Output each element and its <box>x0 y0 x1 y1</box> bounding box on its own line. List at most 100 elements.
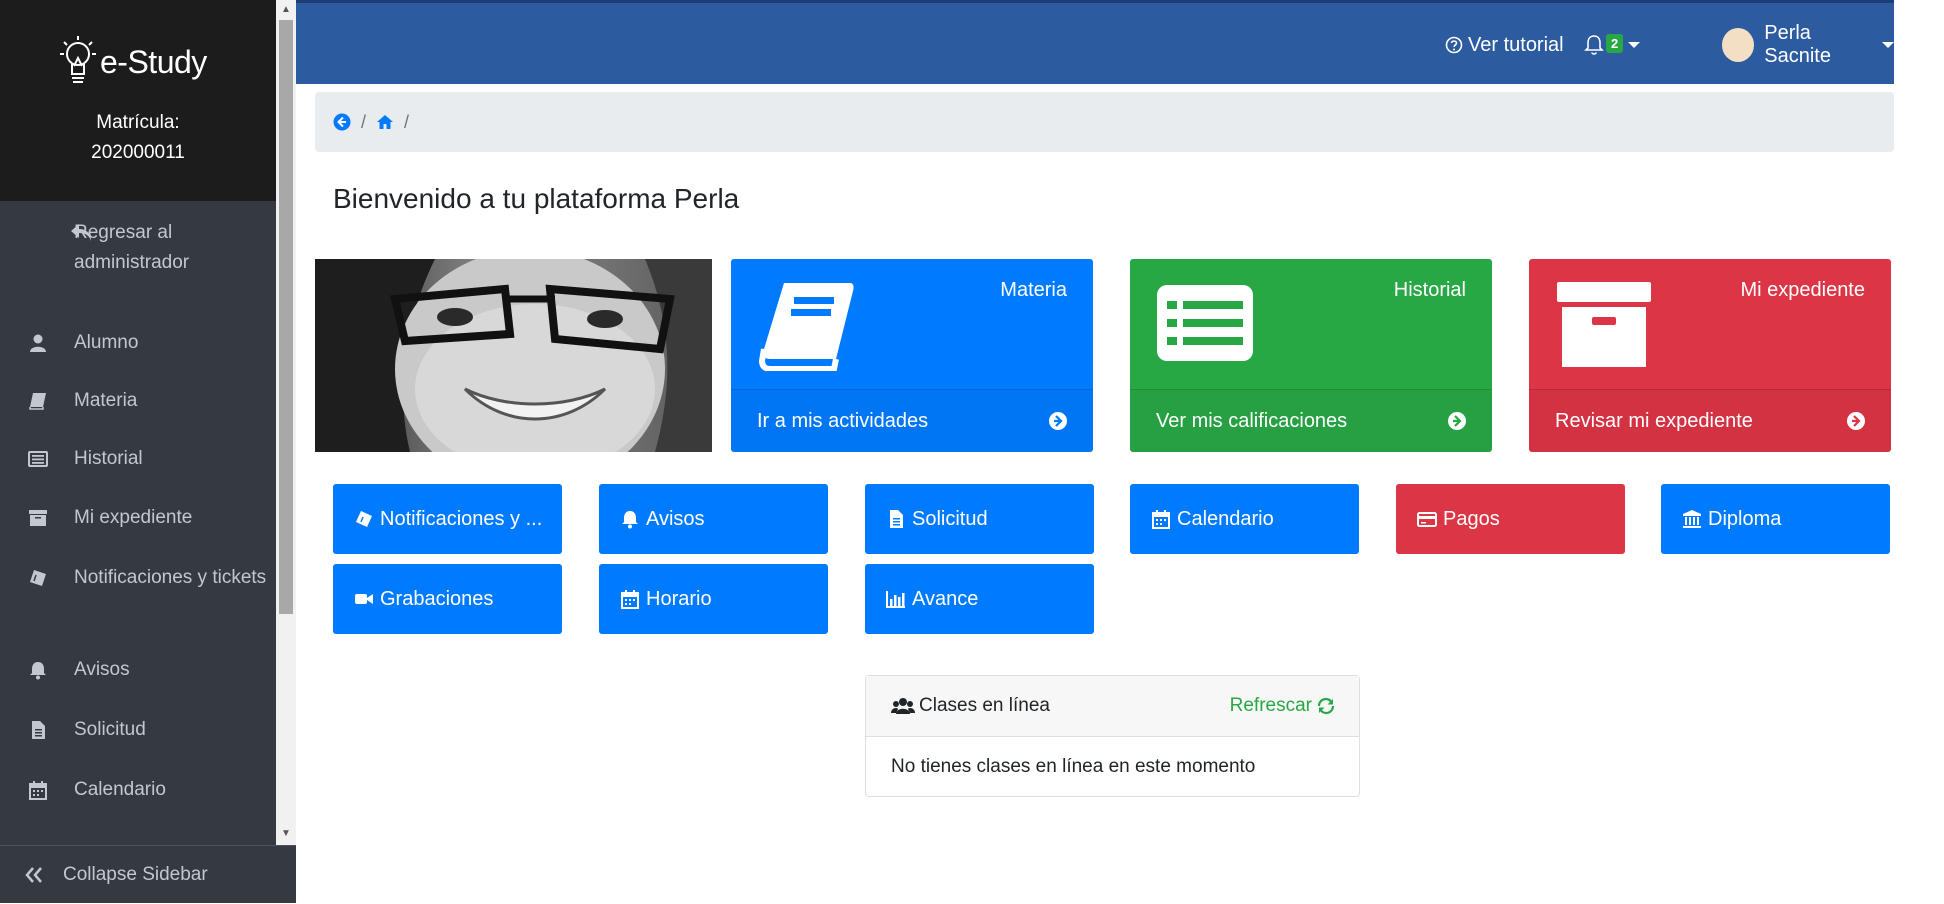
profile-photo-image <box>315 259 712 452</box>
card-historial: Historial Ver mis calificaciones <box>1130 259 1492 452</box>
tutorial-label: Ver tutorial <box>1468 33 1564 56</box>
matricula-label: Matrícula: <box>96 112 180 133</box>
card-link-calificaciones[interactable]: Ver mis calificaciones <box>1130 389 1492 452</box>
sidebar-item-notificaciones[interactable]: Notificaciones y tickets <box>0 563 276 593</box>
button-label: Solicitud <box>912 507 988 530</box>
button-label: Horario <box>646 587 712 610</box>
avance-button[interactable]: Avance <box>865 564 1094 634</box>
card-link-label: Revisar mi expediente <box>1555 410 1753 432</box>
sidebar-item-label: Solicitud <box>74 719 146 740</box>
file-icon <box>32 721 45 739</box>
button-label: Pagos <box>1443 507 1500 530</box>
sidebar-item-mi-expediente[interactable]: Mi expediente <box>0 503 276 533</box>
solicitud-button[interactable]: Solicitud <box>865 484 1094 554</box>
file-icon <box>890 510 903 528</box>
book-icon <box>29 393 46 410</box>
calendar-icon <box>29 781 47 800</box>
sidebar-scrollbar[interactable]: ▲ ▼ <box>276 0 296 845</box>
card-mi-expediente: Mi expediente Revisar mi expediente <box>1529 259 1891 452</box>
user-icon <box>30 334 46 352</box>
notifications-dropdown[interactable]: 2 <box>1584 3 1641 87</box>
card-title: Materia <box>1000 279 1067 301</box>
user-name: Perla Sacnite <box>1764 22 1831 67</box>
matricula-value: 202000011 <box>91 142 185 163</box>
button-label: Diploma <box>1708 507 1782 530</box>
profile-photo <box>315 259 712 452</box>
collapse-sidebar-button[interactable]: Collapse Sidebar <box>0 845 296 903</box>
arrow-circle-right-icon <box>1847 412 1865 430</box>
reply-icon <box>71 224 91 241</box>
refresh-icon <box>1317 697 1335 715</box>
tutorial-link[interactable]: Ver tutorial <box>1445 3 1564 87</box>
back-circle-icon[interactable] <box>333 113 351 131</box>
card-link-expediente[interactable]: Revisar mi expediente <box>1529 389 1891 452</box>
sidebar-item-avisos[interactable]: Avisos <box>0 655 276 685</box>
horario-button[interactable]: Horario <box>599 564 828 634</box>
list-alt-icon <box>1157 285 1253 361</box>
card-link-actividades[interactable]: Ir a mis actividades <box>731 389 1093 452</box>
online-classes-header: Clases en línea Refrescar <box>866 676 1359 737</box>
bar-chart-icon <box>886 591 905 608</box>
bell-icon <box>1584 35 1604 55</box>
card-materia: Materia Ir a mis actividades <box>731 259 1093 452</box>
video-icon <box>355 594 373 604</box>
online-classes-panel: Clases en línea Refrescar No tienes clas… <box>865 675 1360 797</box>
avisos-button[interactable]: Avisos <box>599 484 828 554</box>
card-link-label: Ver mis calificaciones <box>1156 410 1348 432</box>
institution-icon <box>1683 510 1701 528</box>
refresh-label: Refrescar <box>1229 695 1312 716</box>
lightbulb-icon <box>60 36 96 83</box>
ticket-icon <box>30 570 46 586</box>
arrow-circle-right-icon <box>1448 412 1466 430</box>
sidebar-item-label: Calendario <box>74 779 166 800</box>
sidebar-item-label: Alumno <box>74 332 139 353</box>
pagos-button[interactable]: Pagos <box>1396 484 1625 554</box>
page-title: Bienvenido a tu plataforma Perla <box>333 183 740 214</box>
archive-icon <box>1557 282 1651 367</box>
brand-name: e-Study <box>100 43 207 80</box>
grabaciones-button[interactable]: Grabaciones <box>333 564 562 634</box>
page-right-gutter <box>1894 0 1944 903</box>
sidebar-item-solicitud[interactable]: Solicitud <box>0 715 276 745</box>
calendar-icon <box>621 590 639 609</box>
sidebar-item-alumno[interactable]: Alumno <box>0 328 276 358</box>
card-link-label: Ir a mis actividades <box>757 410 929 432</box>
sidebar-item-label: Notificaciones y tickets <box>74 567 267 588</box>
caret-down-icon <box>1628 42 1641 48</box>
sidebar-item-label: Historial <box>74 448 143 469</box>
refresh-button[interactable]: Refrescar <box>1230 695 1335 717</box>
button-label: Grabaciones <box>380 587 494 610</box>
caret-down-icon <box>1882 42 1894 48</box>
users-icon <box>891 698 915 714</box>
card-title: Historial <box>1393 279 1466 301</box>
card-title: Mi expediente <box>1740 279 1865 301</box>
sidebar-item-calendario[interactable]: Calendario <box>0 775 276 805</box>
sidebar-brand: e-Study Matrícula: 202000011 <box>0 0 276 201</box>
button-label: Avisos <box>646 507 705 530</box>
notifications-badge: 2 <box>1606 33 1624 53</box>
bell-icon <box>30 662 46 680</box>
notificaciones-button[interactable]: Notificaciones y ... <box>333 484 562 554</box>
credit-card-icon <box>1417 512 1437 527</box>
online-classes-title: Clases en línea <box>919 695 1050 716</box>
scroll-up-arrow[interactable]: ▲ <box>276 4 296 15</box>
diploma-button[interactable]: Diploma <box>1661 484 1890 554</box>
sidebar-item-historial[interactable]: Historial <box>0 444 276 474</box>
double-chevron-left-icon <box>25 867 42 883</box>
bell-icon <box>622 511 638 529</box>
home-icon[interactable] <box>376 113 394 131</box>
user-menu[interactable]: Perla Sacnite <box>1722 3 1894 87</box>
question-circle-icon <box>1445 36 1463 54</box>
brand-logo[interactable]: e-Study <box>58 30 207 94</box>
breadcrumb-separator: / <box>361 111 367 132</box>
online-classes-empty-message: No tienes clases en línea en este moment… <box>891 756 1256 777</box>
scrollbar-thumb[interactable] <box>279 20 293 614</box>
sidebar: e-Study Matrícula: 202000011 Regresar al… <box>0 0 296 903</box>
button-label: Calendario <box>1177 507 1274 530</box>
calendario-button[interactable]: Calendario <box>1130 484 1359 554</box>
back-to-admin-link[interactable]: Regresar al administrador <box>0 218 276 278</box>
scroll-down-arrow[interactable]: ▼ <box>276 828 296 839</box>
sidebar-item-materia[interactable]: Materia <box>0 386 276 416</box>
breadcrumb-separator: / <box>404 111 410 132</box>
list-icon <box>28 451 48 467</box>
